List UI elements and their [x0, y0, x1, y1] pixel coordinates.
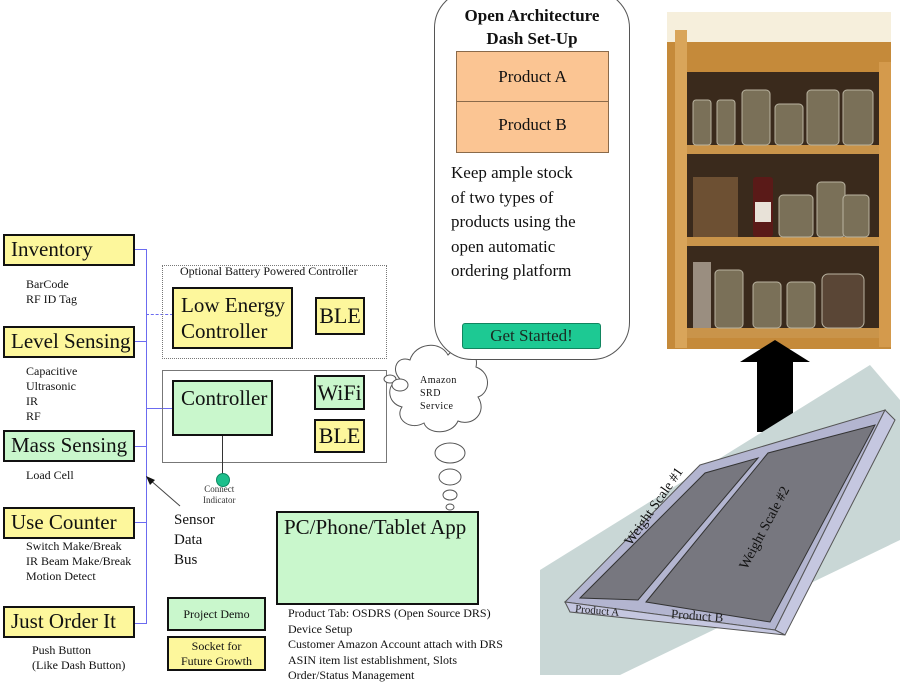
mass-sensing-items: Load Cell — [26, 468, 74, 483]
bus-label-line: Bus — [174, 552, 198, 568]
description-line: open automatic — [451, 236, 556, 256]
pantry-cabinet-photo — [667, 12, 891, 349]
bus-pointer-arrow — [146, 476, 181, 507]
just-order-it-item: (Like Dash Button) — [32, 658, 126, 672]
phone-title: Open Architecture Dash Set-Up — [434, 4, 630, 50]
level-sensing-item: RF — [26, 409, 41, 423]
low-energy-line: Controller — [181, 319, 268, 343]
app-feature: Customer Amazon Account attach with DRS — [288, 637, 503, 651]
category-just-order-it-label: Just Order It — [11, 609, 116, 633]
app-label: PC/Phone/Tablet App — [284, 515, 467, 539]
controller-box: Controller — [172, 380, 273, 436]
indicator-wire — [222, 436, 223, 474]
legend-future-line: Socket for — [191, 639, 242, 653]
use-counter-item: Motion Detect — [26, 569, 96, 583]
main-ble-module: BLE — [314, 419, 365, 453]
optional-ble-module: BLE — [315, 297, 365, 335]
sensor-bus-line — [146, 249, 147, 624]
low-energy-controller: Low Energy Controller — [172, 287, 293, 349]
legend-project-demo: Project Demo — [167, 597, 266, 631]
cloud-label-line: SRD — [420, 388, 441, 399]
bus-connector-level — [134, 341, 147, 342]
cloud-label-line: Service — [420, 401, 454, 412]
bus-label-line: Data — [174, 532, 203, 548]
description-line: products using the — [451, 212, 576, 231]
app-feature: ASIN item list establishment, Slots — [288, 652, 458, 667]
category-use-counter: Use Counter — [3, 507, 135, 539]
category-use-counter-label: Use Counter — [11, 510, 117, 534]
category-mass-sensing: Mass Sensing — [3, 430, 135, 462]
category-inventory-label: Inventory — [11, 237, 93, 261]
product-b-tile[interactable]: Product B — [456, 101, 609, 153]
app-box: PC/Phone/Tablet App — [276, 511, 479, 605]
level-sensing-item: Capacitive — [26, 364, 78, 378]
bus-label-line: Sensor — [174, 512, 215, 528]
description-line: ordering platform — [451, 261, 572, 280]
app-feature: Product Tab: OSDRS (Open Source DRS) — [288, 606, 491, 620]
category-just-order-it: Just Order It — [3, 606, 135, 638]
legend-demo-label: Project Demo — [183, 607, 250, 621]
bus-connector-inventory — [134, 249, 147, 250]
use-counter-item: IR Beam Make/Break — [26, 554, 132, 568]
app-feature: Device Setup — [288, 621, 353, 636]
connect-indicator-label: Connect Indicator — [203, 484, 235, 506]
category-inventory: Inventory — [3, 234, 135, 266]
product-a-label: Product A — [498, 67, 567, 86]
category-level-sensing: Level Sensing — [3, 326, 135, 358]
inventory-item: BarCode — [26, 277, 69, 291]
level-sensing-item: Ultrasonic — [26, 379, 76, 393]
legend-future-line: Future Growth — [181, 654, 252, 668]
indicator-text: Indicator — [203, 495, 236, 505]
product-a-tile[interactable]: Product A — [456, 51, 609, 102]
optional-ble-label: BLE — [319, 303, 361, 328]
low-energy-line: Low Energy — [181, 293, 286, 317]
optional-controller-title: Optional Battery Powered Controller — [180, 264, 358, 278]
app-features: Product Tab: OSDRS (Open Source DRS) Dev… — [288, 606, 503, 684]
indicator-text: Connect — [204, 484, 235, 494]
just-order-it-items: Push Button (Like Dash Button) — [32, 643, 125, 673]
bus-connector-order — [134, 623, 147, 624]
level-sensing-items: Capacitive Ultrasonic IR RF — [26, 364, 77, 424]
wifi-label: WiFi — [317, 380, 362, 405]
bus-connector-use — [134, 522, 147, 523]
description-line: Keep ample stock — [451, 163, 573, 182]
just-order-it-item: Push Button — [32, 643, 92, 657]
level-sensing-item: IR — [26, 394, 38, 408]
category-mass-sensing-label: Mass Sensing — [11, 433, 128, 457]
app-feature: Order/Status Management — [288, 668, 415, 682]
cloud-label: Amazon SRD Service — [420, 374, 457, 413]
inventory-item: RF ID Tag — [26, 292, 77, 306]
controller-label: Controller — [181, 386, 268, 410]
description-line: of two types of — [451, 187, 554, 207]
cloud-label-line: Amazon — [420, 375, 457, 386]
wifi-module: WiFi — [314, 375, 365, 410]
phone-title-line: Open Architecture — [464, 6, 600, 25]
main-ble-label: BLE — [318, 423, 361, 448]
mass-sensing-item: Load Cell — [26, 468, 74, 482]
inventory-items: BarCode RF ID Tag — [26, 277, 77, 307]
category-level-sensing-label: Level Sensing — [11, 329, 131, 353]
cloud-icon — [383, 345, 488, 511]
product-b-label: Product B — [498, 115, 567, 134]
use-counter-item: Switch Make/Break — [26, 539, 122, 553]
phone-title-line: Dash Set-Up — [486, 29, 578, 48]
bus-connector-mass — [134, 446, 147, 447]
legend-future-growth: Socket for Future Growth — [167, 636, 266, 671]
phone-description: Keep ample stock of two types of product… — [451, 161, 576, 284]
sensor-data-bus-label: Sensor Data Bus — [174, 510, 215, 570]
use-counter-items: Switch Make/Break IR Beam Make/Break Mot… — [26, 539, 131, 584]
